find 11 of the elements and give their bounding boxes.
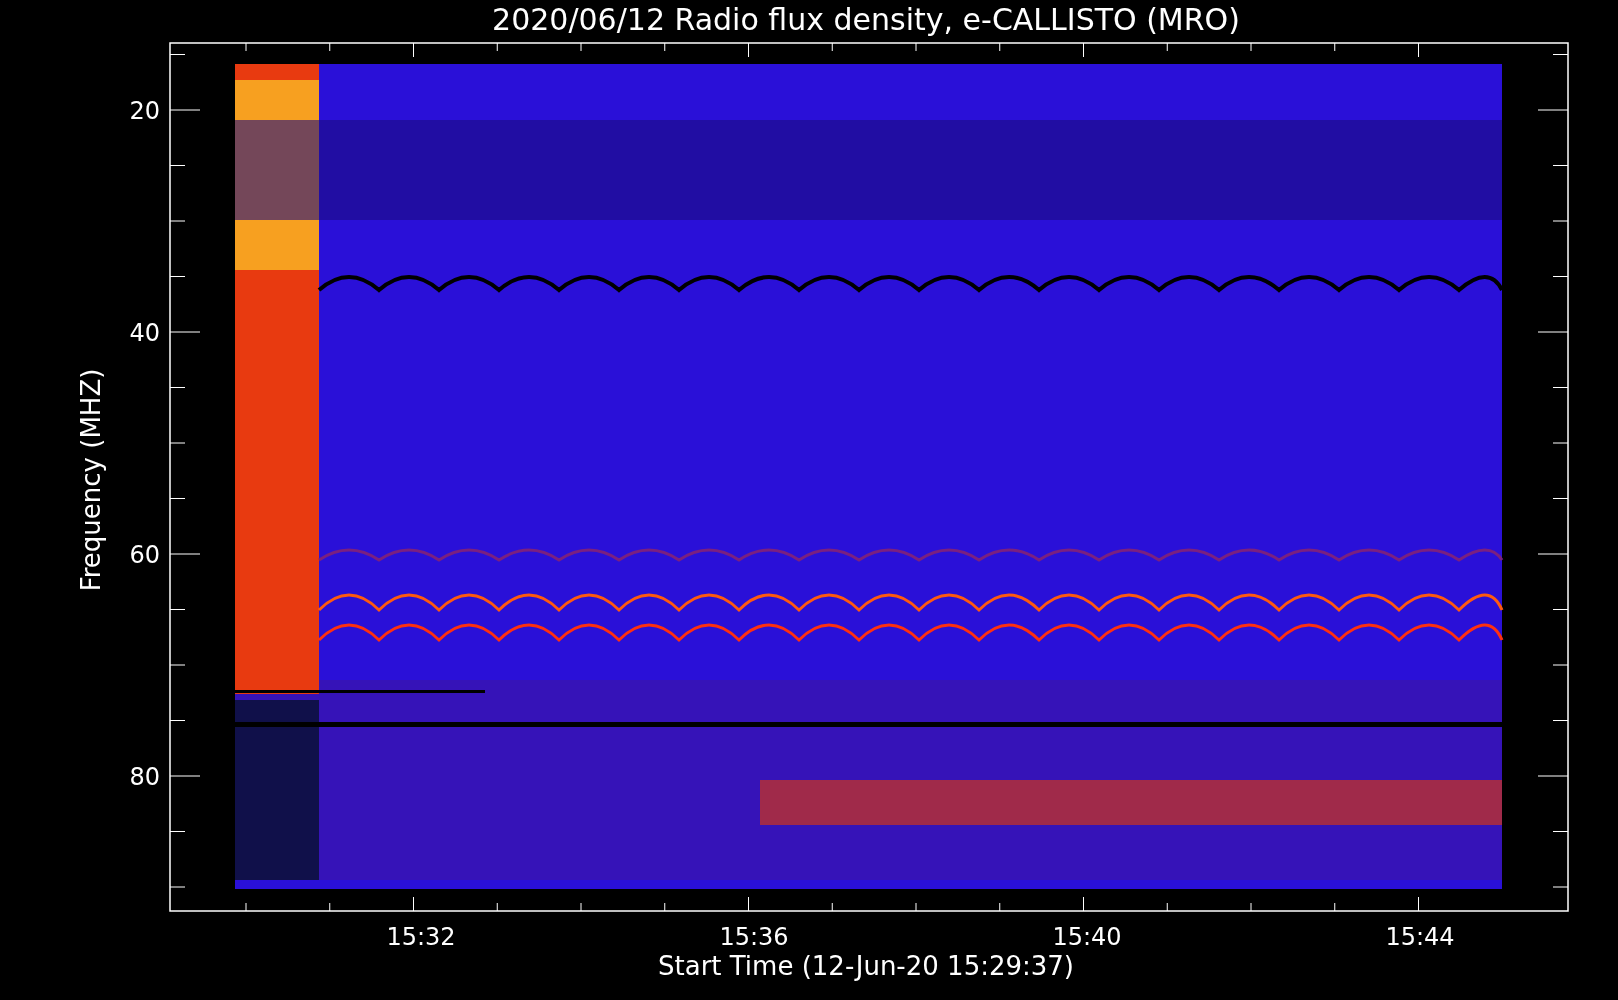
y-tick-label: 80	[129, 763, 160, 791]
y-tick-label: 60	[129, 541, 160, 569]
y-tick-label: 40	[129, 319, 160, 347]
x-tick-label: 15:36	[719, 923, 789, 951]
x-tick-label: 15:44	[1385, 923, 1455, 951]
y-axis-label: Frequency (MHZ)	[76, 368, 106, 592]
chart-title: 2020/06/12 Radio flux density, e-CALLISTO (MRO)	[492, 2, 1240, 37]
x-tick-label: 15:32	[386, 923, 456, 951]
x-axis-label: Start Time (12-Jun-20 15:29:37)	[658, 951, 1074, 981]
y-tick-label: 20	[129, 97, 160, 125]
x-tick-label: 15:40	[1052, 923, 1122, 951]
